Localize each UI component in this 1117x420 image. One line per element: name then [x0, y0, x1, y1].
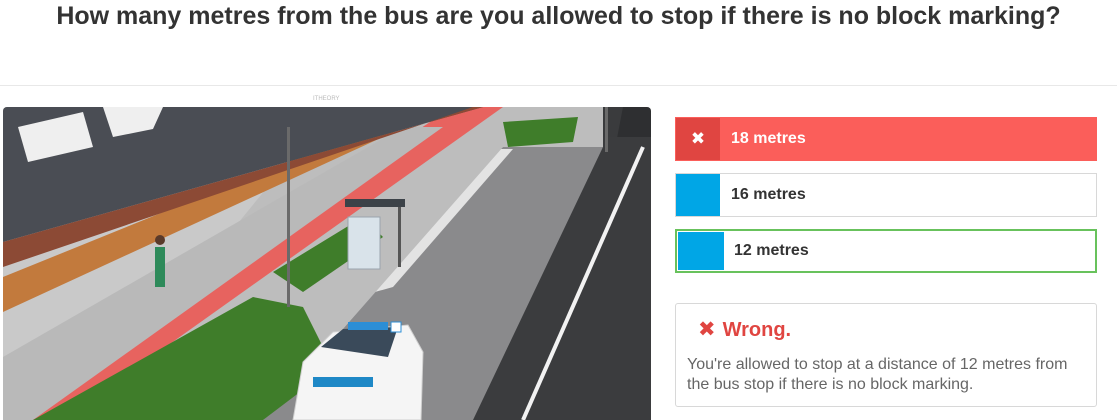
answer-option-16-metres[interactable]: 16 metres — [675, 173, 1097, 217]
question-image — [3, 107, 651, 420]
feedback-panel: ✖ Wrong. You're allowed to stop at a dist… — [675, 303, 1097, 407]
answer-label: 16 metres — [731, 186, 806, 203]
divider — [0, 85, 1117, 86]
feedback-heading: ✖ Wrong. — [698, 317, 791, 342]
answer-marker — [678, 232, 724, 270]
answer-marker — [676, 174, 720, 216]
answer-label: 12 metres — [734, 242, 809, 259]
answer-option-18-metres[interactable]: ✖ 18 metres — [675, 117, 1097, 161]
answer-option-12-metres[interactable]: 12 metres — [675, 229, 1097, 273]
close-icon: ✖ — [698, 318, 716, 341]
feedback-explanation: You're allowed to stop at a distance of … — [687, 356, 1068, 393]
question-title: How many metres from the bus are you all… — [56, 2, 1061, 30]
image-watermark: ITHEORY — [313, 96, 340, 102]
feedback-title: Wrong. — [722, 319, 792, 341]
answer-label: 18 metres — [731, 130, 806, 147]
close-icon: ✖ — [676, 118, 720, 160]
